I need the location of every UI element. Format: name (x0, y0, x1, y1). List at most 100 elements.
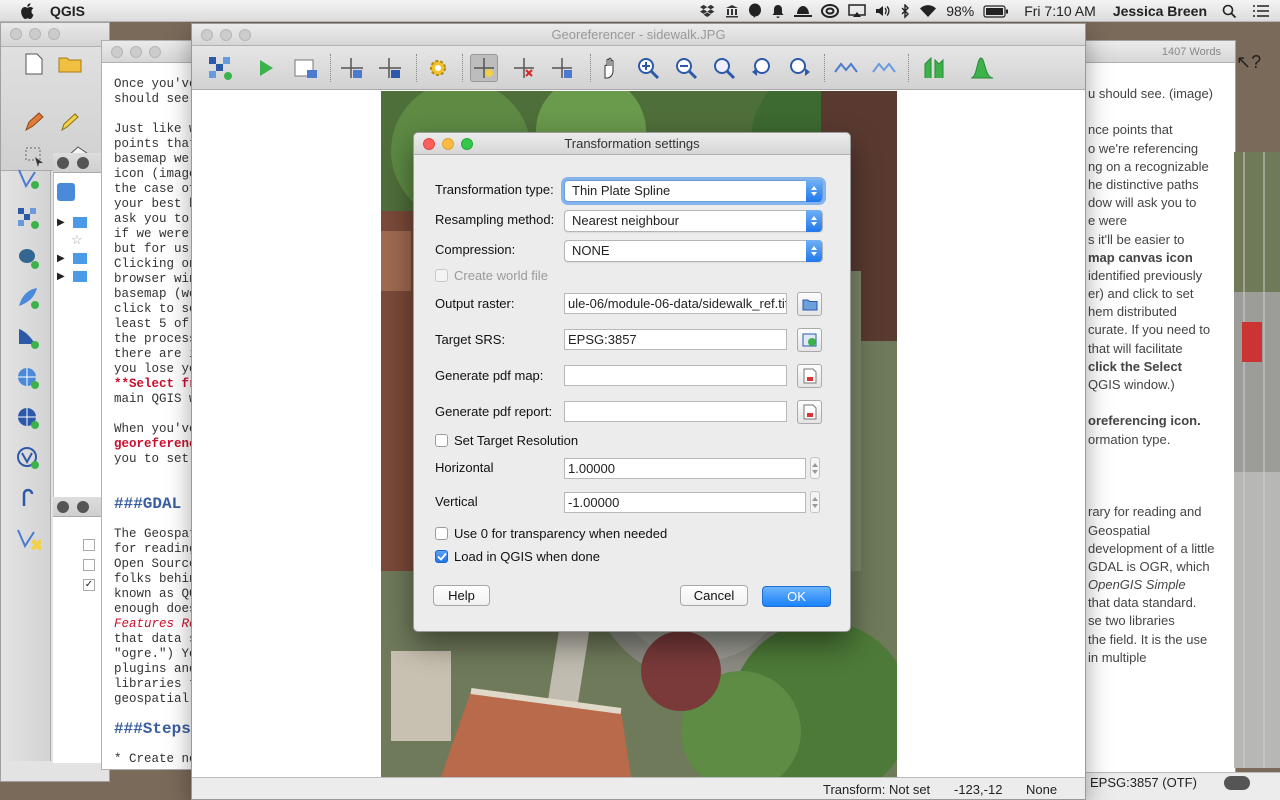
transformation-settings-icon[interactable] (424, 54, 452, 82)
help-button[interactable]: Help (433, 585, 490, 606)
zoom-last-icon[interactable] (748, 54, 776, 82)
qgis-map-canvas-edge[interactable] (1234, 152, 1280, 768)
refresh-icon[interactable] (57, 183, 75, 201)
layer-checkbox[interactable] (83, 539, 95, 551)
add-vector-layer-icon[interactable] (15, 165, 41, 191)
pdf-report-field[interactable] (564, 401, 787, 422)
bank-icon[interactable] (725, 4, 739, 18)
add-raster-layer-icon[interactable] (15, 205, 41, 231)
minimize-window-button[interactable] (442, 138, 454, 150)
float-panel-icon[interactable] (77, 501, 89, 513)
chat-icon[interactable] (748, 3, 762, 19)
link-georeferencer-to-qgis-icon[interactable] (832, 54, 860, 82)
compression-select[interactable]: NONE (564, 240, 823, 262)
set-target-resolution-checkbox[interactable]: Set Target Resolution (435, 433, 578, 448)
resampling-method-select[interactable]: Nearest neighbour (564, 210, 823, 232)
spotlight-search-icon[interactable] (1222, 4, 1237, 19)
use-zero-transparency-checkbox[interactable]: Use 0 for transparency when needed (435, 526, 667, 541)
full-histogram-stretch-icon[interactable] (922, 54, 950, 82)
save-gcp-points-icon[interactable] (376, 54, 404, 82)
output-raster-label: Output raster: (435, 296, 515, 311)
target-srs-field[interactable]: EPSG:3857 (564, 329, 787, 350)
coordinate-readout: -123,-12 (954, 782, 1003, 797)
add-wcs-layer-icon[interactable] (15, 405, 41, 431)
messages-icon[interactable] (1224, 776, 1250, 790)
preview-line: click the Select (1088, 358, 1182, 374)
add-mssql-layer-icon[interactable] (15, 325, 41, 351)
set-target-resolution-label: Set Target Resolution (454, 433, 579, 448)
load-in-qgis-checkbox[interactable]: Load in QGIS when done (435, 549, 600, 564)
layer-checkbox[interactable] (83, 559, 95, 571)
open-raster-icon[interactable] (206, 54, 234, 82)
horizontal-resolution-stepper[interactable] (810, 457, 820, 479)
help-cursor-icon[interactable]: ↖? (1236, 52, 1262, 74)
move-gcp-point-icon[interactable] (548, 54, 576, 82)
crs-label[interactable]: EPSG:3857 (OTF) (1090, 775, 1197, 790)
app-menu-qgis[interactable]: QGIS (50, 3, 85, 19)
resampling-method-value: Nearest neighbour (572, 213, 679, 228)
resampling-method-label: Resampling method: (435, 212, 555, 227)
output-raster-field[interactable]: ule-06/module-06-data/sidewalk_ref.tif (564, 293, 787, 314)
add-delimited-text-icon[interactable] (15, 485, 41, 511)
pencil-edit-icon[interactable] (21, 109, 47, 135)
generate-gdal-script-icon[interactable] (292, 54, 320, 82)
add-point-icon[interactable] (470, 54, 498, 82)
battery-icon[interactable] (983, 4, 1009, 18)
new-project-icon[interactable] (21, 51, 47, 77)
vertical-resolution-input[interactable]: -1.00000 (564, 492, 806, 513)
browse-pdf-map-button[interactable] (797, 364, 822, 388)
close-window-button[interactable] (423, 138, 435, 150)
generate-pdf-report-label: Generate pdf report: (435, 404, 553, 419)
pdf-map-field[interactable] (564, 365, 787, 386)
pan-icon[interactable] (596, 54, 624, 82)
browser-tree: ▶ ☆ ▶ ▶ (57, 213, 107, 413)
bluetooth-icon[interactable] (900, 3, 910, 19)
zoom-window-button[interactable] (461, 138, 473, 150)
zoom-in-icon[interactable] (634, 54, 662, 82)
add-wfs-layer-icon[interactable] (15, 445, 41, 471)
toggle-edit-icon[interactable] (57, 109, 83, 135)
select-crs-button[interactable] (797, 328, 822, 352)
zoom-out-icon[interactable] (672, 54, 700, 82)
add-postgis-layer-icon[interactable] (15, 245, 41, 271)
browse-pdf-report-button[interactable] (797, 400, 822, 424)
ok-button[interactable]: OK (762, 586, 831, 607)
local-histogram-stretch-icon[interactable] (968, 54, 996, 82)
apple-icon[interactable] (20, 2, 38, 19)
zoom-next-icon[interactable] (786, 54, 814, 82)
wifi-icon[interactable] (919, 4, 937, 18)
bell-icon[interactable] (771, 4, 785, 19)
browse-output-raster-button[interactable] (797, 292, 822, 316)
cancel-button[interactable]: Cancel (680, 585, 748, 606)
create-world-file-checkbox[interactable]: Create world file (435, 268, 548, 283)
creative-cloud-icon[interactable] (821, 4, 840, 18)
preview-line: er) and click to set (1088, 286, 1194, 302)
airplay-icon[interactable] (848, 4, 866, 18)
add-wms-layer-icon[interactable] (15, 365, 41, 391)
user-name[interactable]: Jessica Breen (1113, 3, 1207, 19)
close-panel-icon[interactable] (57, 501, 69, 513)
transformation-type-label: Transformation type: (435, 182, 554, 197)
link-qgis-to-georeferencer-icon[interactable] (870, 54, 898, 82)
load-gcp-points-icon[interactable] (338, 54, 366, 82)
float-panel-icon[interactable] (77, 157, 89, 169)
delete-point-icon[interactable] (510, 54, 538, 82)
layer-checkbox[interactable]: ✓ (83, 579, 95, 591)
dropbox-icon[interactable] (700, 4, 716, 18)
clock[interactable]: Fri 7:10 AM (1024, 3, 1096, 19)
zoom-to-layer-icon[interactable] (710, 54, 738, 82)
new-shapefile-icon[interactable] (15, 525, 41, 551)
start-georeferencing-icon[interactable] (252, 54, 280, 82)
close-panel-icon[interactable] (57, 157, 69, 169)
notification-center-icon[interactable] (1252, 4, 1270, 18)
preview-line: se two libraries (1088, 613, 1175, 629)
preview-line: ormation type. (1088, 431, 1171, 447)
vertical-resolution-stepper[interactable] (810, 491, 820, 513)
hat-icon[interactable] (794, 4, 813, 18)
open-project-icon[interactable] (57, 51, 83, 77)
volume-icon[interactable] (875, 4, 891, 18)
horizontal-resolution-input[interactable]: 1.00000 (564, 458, 806, 479)
transformation-type-select[interactable]: Thin Plate Spline (564, 180, 823, 202)
qgis-crs-status[interactable]: EPSG:3857 (OTF) (1086, 772, 1280, 800)
add-spatialite-layer-icon[interactable] (15, 285, 41, 311)
